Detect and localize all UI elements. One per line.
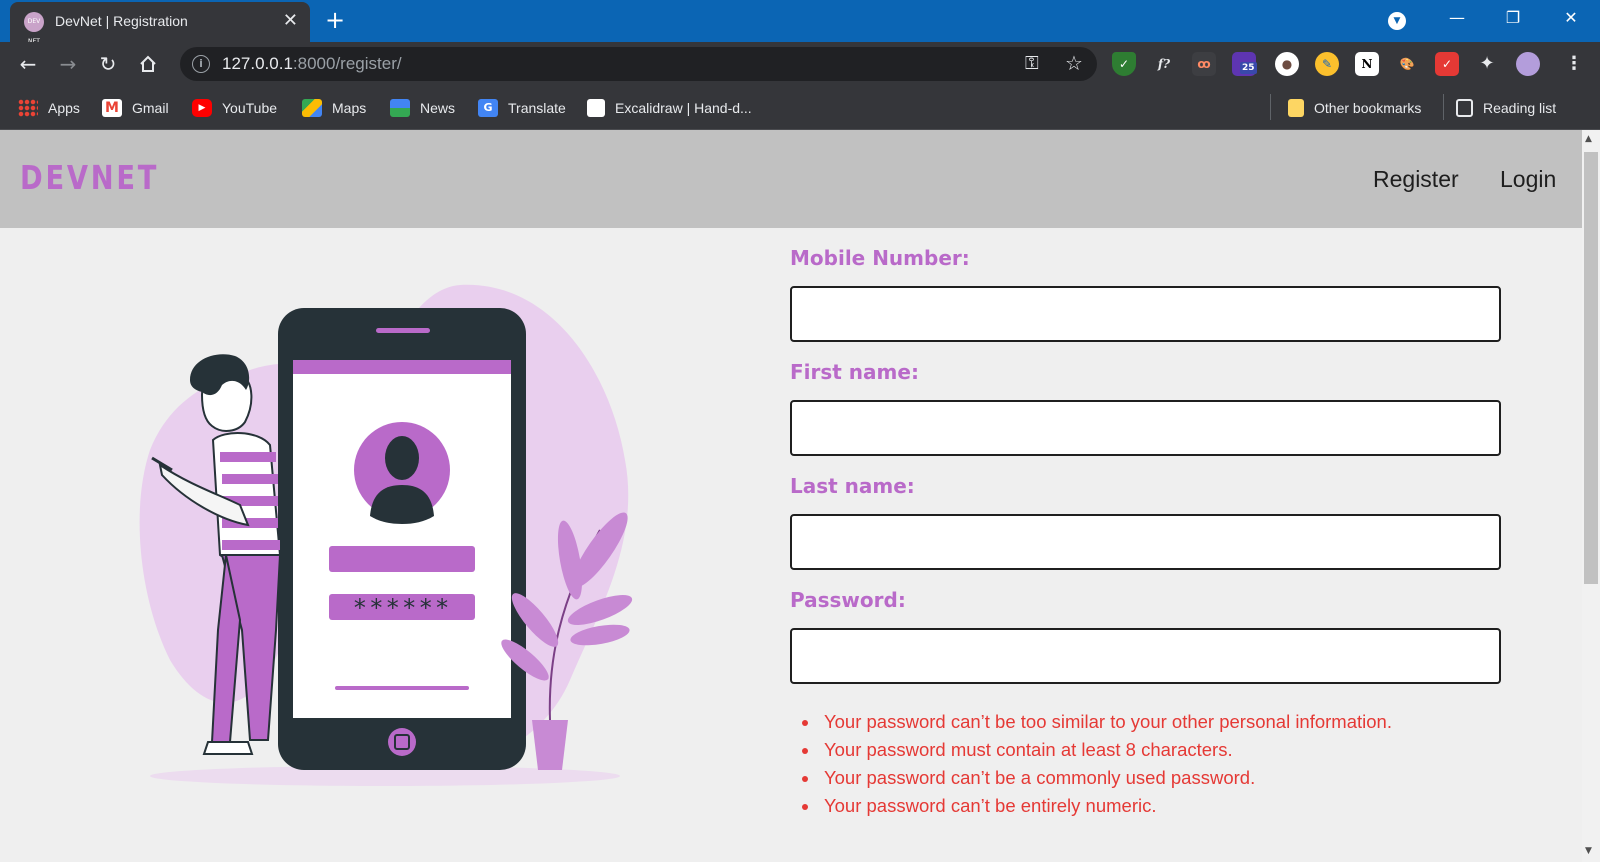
url-text[interactable]: 127.0.0.1:8000/register/ xyxy=(222,54,402,74)
bookmark-star-icon[interactable]: ☆ xyxy=(1065,51,1083,75)
bookmark-excalidraw[interactable]: Excalidraw | Hand-d... xyxy=(587,97,752,119)
browser-toolbar: ← → ↻ i 127.0.0.1:8000/register/ ⚿ ☆ ✓ f… xyxy=(0,42,1600,86)
bookmark-gmail[interactable]: M Gmail xyxy=(102,97,169,119)
todo-extension-icon[interactable]: ✓ xyxy=(1435,52,1459,76)
bookmark-youtube[interactable]: ▶ YouTube xyxy=(192,97,277,119)
fx-extension-icon[interactable]: f? xyxy=(1152,52,1176,76)
apps-grid-icon xyxy=(18,99,38,117)
password-help-item: Your password can’t be entirely numeric. xyxy=(820,792,1460,820)
new-tab-button[interactable]: + xyxy=(325,8,345,32)
address-bar[interactable]: i 127.0.0.1:8000/register/ ⚿ ☆ xyxy=(180,47,1097,81)
devnet-logo[interactable]: DEVNET xyxy=(20,158,159,197)
site-info-icon[interactable]: i xyxy=(192,55,210,73)
notion-extension-icon[interactable]: N xyxy=(1355,52,1379,76)
mobile-number-input[interactable] xyxy=(790,286,1501,342)
nav-register-link[interactable]: Register xyxy=(1373,166,1459,193)
translate-icon: G xyxy=(478,99,498,117)
cookie-extension-icon[interactable]: ● xyxy=(1275,52,1299,76)
scroll-up-icon[interactable]: ▲ xyxy=(1585,134,1592,144)
password-label: Password: xyxy=(790,588,906,612)
bookmark-maps[interactable]: Maps xyxy=(302,97,366,119)
last-name-input[interactable] xyxy=(790,514,1501,570)
bookmarks-divider xyxy=(1270,94,1271,120)
password-help-item: Your password can’t be a commonly used p… xyxy=(820,764,1460,792)
password-help-item: Your password must contain at least 8 ch… xyxy=(820,736,1460,764)
extensions-puzzle-icon[interactable]: ✦ xyxy=(1475,52,1499,76)
hat-extension-icon[interactable]: 25 xyxy=(1232,52,1257,76)
browser-tab[interactable]: DEV NET DevNet | Registration ✕ xyxy=(10,2,310,45)
scrollbar-thumb[interactable] xyxy=(1584,152,1598,584)
password-help-item: Your password can’t be too similar to yo… xyxy=(820,708,1460,736)
tab-title: DevNet | Registration xyxy=(55,13,188,29)
back-icon[interactable]: ← xyxy=(14,50,42,78)
restore-button[interactable]: ❐ xyxy=(1490,6,1536,30)
tab-search-icon[interactable]: ▼ xyxy=(1388,12,1406,30)
password-mask-text: ****** xyxy=(353,594,452,622)
password-key-icon[interactable]: ⚿ xyxy=(1025,53,1039,74)
devnet-favicon-icon: DEV NET xyxy=(24,12,44,45)
glasses-extension-icon[interactable]: ꝏ xyxy=(1192,52,1216,76)
nav-login-link[interactable]: Login xyxy=(1500,166,1556,193)
bookmark-translate[interactable]: G Translate xyxy=(478,97,566,119)
last-name-label: Last name: xyxy=(790,474,915,498)
shield-extension-icon[interactable]: ✓ xyxy=(1112,52,1136,76)
pencil-extension-icon[interactable]: ✎ xyxy=(1315,52,1339,76)
reload-icon[interactable]: ↻ xyxy=(94,50,122,78)
page-scrollbar[interactable]: ▲ ▼ xyxy=(1582,130,1600,862)
gmail-icon: M xyxy=(102,99,122,117)
news-icon xyxy=(390,99,410,117)
close-window-button[interactable]: ✕ xyxy=(1548,6,1594,30)
profile-avatar[interactable] xyxy=(1516,52,1540,76)
reading-list-icon xyxy=(1456,99,1473,117)
registration-illustration: ****** xyxy=(139,284,633,786)
forward-icon[interactable]: → xyxy=(54,50,82,78)
bookmark-other[interactable]: Other bookmarks xyxy=(1288,97,1421,119)
bookmark-apps[interactable]: Apps xyxy=(18,97,80,119)
youtube-icon: ▶ xyxy=(192,99,212,117)
scroll-down-icon[interactable]: ▼ xyxy=(1585,846,1592,856)
reading-list-button[interactable]: Reading list xyxy=(1456,97,1556,119)
excalidraw-icon xyxy=(587,99,605,117)
password-help-list: Your password can’t be too similar to yo… xyxy=(820,708,1460,820)
tab-close-icon[interactable]: ✕ xyxy=(283,10,298,32)
palette-extension-icon[interactable]: 🎨 xyxy=(1395,52,1419,76)
folder-icon xyxy=(1288,99,1304,117)
home-icon[interactable] xyxy=(134,50,162,78)
menu-kebab-icon[interactable]: ⋮ xyxy=(1562,52,1586,76)
mobile-number-label: Mobile Number: xyxy=(790,246,970,270)
minimize-button[interactable]: — xyxy=(1434,6,1480,30)
site-header: DEVNET Register Login xyxy=(0,130,1582,228)
browser-titlebar: DEV NET DevNet | Registration ✕ + ▼ — ❐ … xyxy=(0,0,1600,45)
bookmark-news[interactable]: News xyxy=(390,97,455,119)
maps-icon xyxy=(302,99,322,117)
bookmarks-divider xyxy=(1443,94,1444,120)
first-name-label: First name: xyxy=(790,360,919,384)
password-input[interactable] xyxy=(790,628,1501,684)
first-name-input[interactable] xyxy=(790,400,1501,456)
